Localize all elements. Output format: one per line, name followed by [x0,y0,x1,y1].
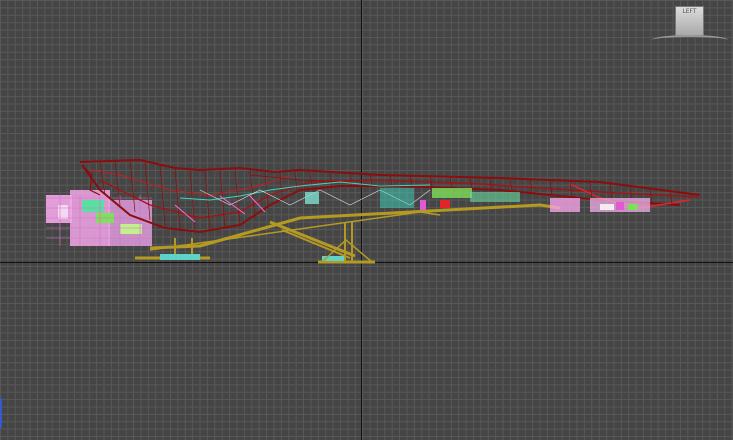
viewcube-face[interactable]: LEFT [675,6,704,36]
viewcube[interactable]: LEFT [650,4,730,44]
wireframe-boat-model[interactable] [0,0,733,440]
viewcube-compass-ring[interactable] [652,35,728,45]
trailer-frame [135,203,561,264]
viewcube-face-label: LEFT [682,8,697,15]
left-viewport[interactable]: LEFT [0,0,733,440]
axis-gizmo-icon [0,398,2,428]
